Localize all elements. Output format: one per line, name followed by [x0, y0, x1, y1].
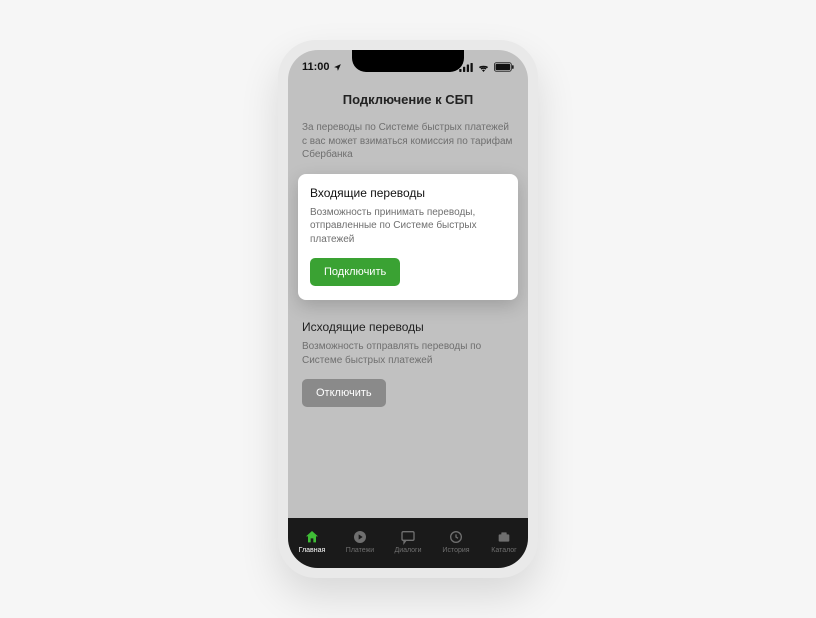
page-title: Подключение к СБП [288, 84, 528, 121]
tab-payments[interactable]: Платежи [336, 529, 384, 554]
tab-payments-label: Платежи [346, 547, 374, 554]
tab-catalog-label: Каталог [491, 547, 516, 554]
incoming-desc: Возможность принимать переводы, отправле… [310, 206, 506, 247]
notch [352, 50, 464, 72]
home-icon [304, 529, 320, 545]
payments-icon [352, 529, 368, 545]
battery-icon [494, 62, 514, 72]
tab-history-label: История [442, 547, 469, 554]
tab-dialogs-label: Диалоги [394, 547, 421, 554]
location-icon [333, 63, 342, 72]
status-right [459, 62, 514, 72]
phone-frame: 11:00 [278, 40, 538, 578]
tab-bar: Главная Платежи Диалоги История Каталог [288, 518, 528, 568]
dialogs-icon [400, 529, 416, 545]
stage: 11:00 [0, 0, 816, 618]
outgoing-title: Исходящие переводы [302, 320, 514, 334]
tab-dialogs[interactable]: Диалоги [384, 529, 432, 554]
status-time: 11:00 [302, 61, 330, 73]
disconnect-button[interactable]: Отключить [302, 379, 386, 407]
phone-screen: 11:00 [288, 50, 528, 568]
tab-home[interactable]: Главная [288, 529, 336, 554]
incoming-title: Входящие переводы [310, 186, 506, 200]
info-text: За переводы по Системе быстрых платежей … [288, 121, 528, 174]
tab-history[interactable]: История [432, 529, 480, 554]
catalog-icon [496, 529, 512, 545]
incoming-card: Входящие переводы Возможность принимать … [298, 174, 518, 301]
status-left: 11:00 [302, 61, 342, 73]
outgoing-desc: Возможность отправлять переводы по Систе… [302, 340, 514, 367]
tab-home-label: Главная [299, 547, 326, 554]
connect-button[interactable]: Подключить [310, 258, 400, 286]
content: Подключение к СБП За переводы по Системе… [288, 84, 528, 518]
tab-catalog[interactable]: Каталог [480, 529, 528, 554]
wifi-icon [477, 63, 490, 72]
history-icon [448, 529, 464, 545]
outgoing-card: Исходящие переводы Возможность отправлят… [298, 314, 518, 421]
